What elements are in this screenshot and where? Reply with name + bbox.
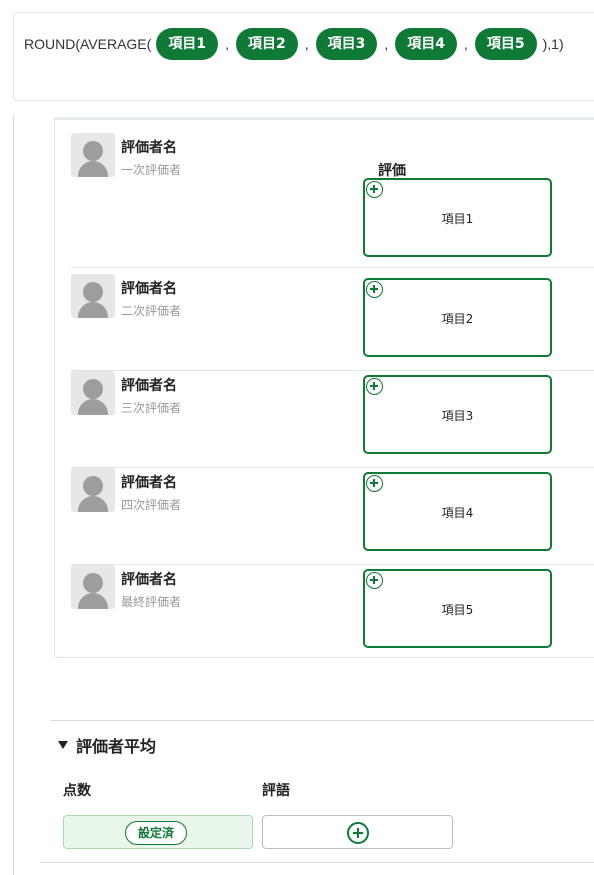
score-slot-2[interactable]: 項目2 (363, 278, 552, 357)
person-avatar-icon (71, 371, 115, 415)
evaluator-role: 一次評価者 (121, 163, 182, 177)
left-divider (13, 115, 14, 875)
evaluator-row: 評価者名 最終評価者 項目5 (71, 565, 594, 662)
score-slot-5[interactable]: 項目5 (363, 569, 552, 648)
formula-separator: , (463, 36, 468, 52)
slot-label: 項目4 (441, 506, 474, 520)
bottom-divider (40, 862, 594, 863)
formula-separator: , (304, 36, 309, 52)
score-setting-box[interactable]: 設定済 (63, 815, 253, 849)
formula-token-5[interactable]: 項目5 (474, 28, 537, 60)
evaluator-row: 評価者名 三次評価者 項目3 (71, 371, 594, 468)
evaluator-row: 評価者名 二次評価者 項目2 (71, 274, 594, 371)
evaluator-name: 評価者名 (121, 572, 177, 588)
formula-separator: , (225, 36, 229, 52)
set-status-badge[interactable]: 設定済 (125, 821, 188, 845)
formula-token-3[interactable]: 項目3 (315, 28, 378, 60)
formula-separator: , (384, 36, 389, 52)
evaluator-row: 評価者名 四次評価者 項目4 (71, 468, 594, 565)
formula-token-1[interactable]: 項目1 (156, 28, 219, 60)
plus-circle-icon[interactable] (366, 378, 383, 395)
formula-token-2[interactable]: 項目2 (235, 28, 298, 60)
slot-label: 項目3 (441, 409, 474, 423)
average-section-toggle[interactable]: 評価者平均 (58, 733, 156, 757)
score-header: 評価 (378, 163, 406, 179)
evaluators-panel: 評価者名 一次評価者 評価 項目1 評価者名 二次評価者 項目2 評価者名 三次… (54, 117, 594, 658)
evaluator-name: 評価者名 (121, 140, 177, 156)
evaluator-role: 四次評価者 (121, 498, 182, 512)
score-slot-4[interactable]: 項目4 (363, 472, 552, 551)
score-label: 点数 (63, 783, 91, 799)
formula-token-4[interactable]: 項目4 (395, 28, 457, 60)
evaluator-role: 二次評価者 (121, 304, 182, 318)
comment-label: 評語 (262, 783, 290, 799)
section-divider (50, 720, 594, 721)
score-slot-3[interactable]: 項目3 (363, 375, 552, 454)
formula-line: ROUND(AVERAGE( 項目1 , 項目2 , 項目3 , 項目4 , 項… (24, 28, 569, 60)
score-slot-1[interactable]: 項目1 (363, 178, 552, 257)
formula-box[interactable]: ROUND(AVERAGE( 項目1 , 項目2 , 項目3 , 項目4 , 項… (13, 12, 594, 101)
evaluator-name: 評価者名 (121, 475, 177, 491)
plus-circle-icon[interactable] (366, 572, 383, 589)
plus-circle-icon[interactable] (366, 475, 383, 492)
slot-label: 項目1 (441, 212, 474, 226)
average-title: 評価者平均 (76, 737, 157, 756)
evaluator-name: 評価者名 (121, 378, 177, 394)
evaluator-name: 評価者名 (121, 281, 177, 297)
formula-suffix: ),1) (542, 36, 564, 52)
plus-circle-icon[interactable] (366, 181, 383, 198)
plus-circle-icon[interactable] (347, 822, 369, 844)
slot-label: 項目5 (441, 603, 474, 617)
evaluator-row: 評価者名 一次評価者 評価 項目1 (71, 133, 594, 268)
triangle-down-icon[interactable] (58, 741, 68, 749)
person-avatar-icon (71, 468, 115, 512)
evaluator-role: 最終評価者 (121, 595, 182, 609)
comment-setting-box[interactable] (262, 815, 453, 849)
formula-prefix: ROUND(AVERAGE( (24, 36, 152, 52)
person-avatar-icon (71, 133, 115, 177)
plus-circle-icon[interactable] (366, 281, 383, 298)
person-avatar-icon (71, 274, 115, 318)
evaluator-role: 三次評価者 (121, 401, 182, 415)
person-avatar-icon (71, 565, 115, 609)
slot-label: 項目2 (441, 312, 474, 326)
